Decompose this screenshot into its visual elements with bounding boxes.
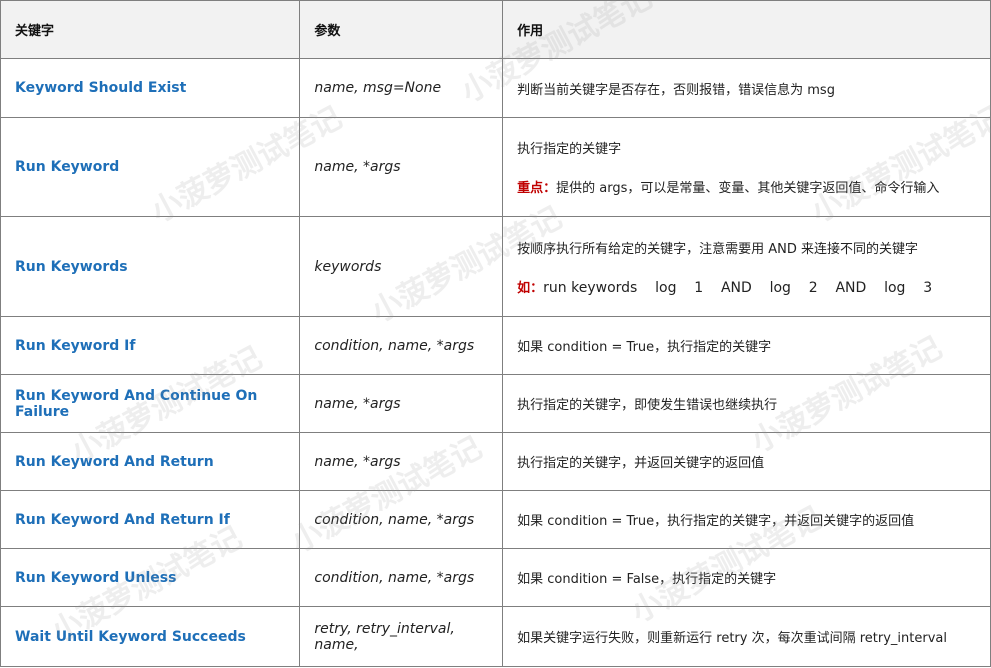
description-cell: 执行指定的关键字，即使发生错误也继续执行: [502, 374, 991, 433]
description-text: 执行指定的关键字: [517, 142, 622, 157]
table-row: Run Keywords keywords 按顺序执行所有给定的关键字，注意需要…: [0, 216, 991, 317]
table-row: Wait Until Keyword Succeeds retry, retry…: [0, 606, 991, 667]
example-label: 如：: [517, 280, 544, 296]
keyword-cell: Run Keyword And Continue On Failure: [0, 374, 301, 433]
table-row: Keyword Should Exist name, msg=None 判断当前…: [0, 58, 991, 118]
args-cell: name, *args: [299, 432, 504, 491]
keyword-table: 关键字 参数 作用 Keyword Should Exist name, msg…: [0, 0, 991, 667]
description-text: 执行指定的关键字，即使发生错误也继续执行: [517, 398, 778, 413]
args-cell: name, *args: [299, 374, 504, 433]
table-row: Run Keyword name, *args 执行指定的关键字 重点：提供的 …: [0, 117, 991, 217]
description-note: 提供的 args，可以是常量、变量、其他关键字返回值、命令行输入: [556, 181, 940, 196]
description-text: 按顺序执行所有给定的关键字，注意需要用 AND 来连接不同的关键字: [517, 241, 919, 257]
table-row: Run Keyword And Continue On Failure name…: [0, 374, 991, 433]
description-cell: 如果关键字运行失败，则重新运行 retry 次，每次重试间隔 retry_int…: [502, 606, 991, 667]
table-row: Run Keyword And Return If condition, nam…: [0, 490, 991, 549]
keyword-cell: Run Keyword And Return If: [0, 490, 301, 549]
description-text: 如果关键字运行失败，则重新运行 retry 次，每次重试间隔 retry_int…: [517, 631, 947, 646]
header-keyword: 关键字: [0, 0, 301, 59]
description-cell: 按顺序执行所有给定的关键字，注意需要用 AND 来连接不同的关键字 如：run …: [502, 216, 991, 317]
description-cell: 如果 condition = False，执行指定的关键字: [502, 548, 991, 607]
keyword-cell: Wait Until Keyword Succeeds: [0, 606, 301, 667]
args-cell: retry, retry_interval, name,: [299, 606, 504, 667]
keyword-cell: Run Keyword And Return: [0, 432, 301, 491]
keyword-cell: Keyword Should Exist: [0, 58, 301, 118]
header-args: 参数: [299, 0, 504, 59]
args-cell: keywords: [299, 216, 504, 317]
description-text: 如果 condition = False，执行指定的关键字: [517, 572, 777, 587]
keyword-cell: Run Keyword If: [0, 316, 301, 375]
example-text: run keywords log 1 AND log 2 AND log 3: [543, 279, 933, 296]
description-cell: 判断当前关键字是否存在，否则报错，错误信息为 msg: [502, 58, 991, 118]
table-row: Run Keyword And Return name, *args 执行指定的…: [0, 432, 991, 491]
keyword-cell: Run Keyword Unless: [0, 548, 301, 607]
description-text: 判断当前关键字是否存在，否则报错，错误信息为 msg: [517, 82, 835, 98]
args-cell: condition, name, *args: [299, 316, 504, 375]
args-cell: name, msg=None: [299, 58, 504, 118]
args-cell: condition, name, *args: [299, 548, 504, 607]
keyword-cell: Run Keywords: [0, 216, 301, 317]
table-row: Run Keyword If condition, name, *args 如果…: [0, 316, 991, 375]
description-text: 执行指定的关键字，并返回关键字的返回值: [517, 456, 765, 471]
description-cell: 如果 condition = True，执行指定的关键字: [502, 316, 991, 375]
args-cell: condition, name, *args: [299, 490, 504, 549]
description-cell: 如果 condition = True，执行指定的关键字，并返回关键字的返回值: [502, 490, 991, 549]
header-description: 作用: [502, 0, 991, 59]
emphasis-label: 重点：: [517, 181, 557, 196]
description-text: 如果 condition = True，执行指定的关键字，并返回关键字的返回值: [517, 514, 915, 529]
table-row: Run Keyword Unless condition, name, *arg…: [0, 548, 991, 607]
keyword-cell: Run Keyword: [0, 117, 301, 217]
description-text: 如果 condition = True，执行指定的关键字: [517, 340, 772, 355]
description-cell: 执行指定的关键字，并返回关键字的返回值: [502, 432, 991, 491]
description-cell: 执行指定的关键字 重点：提供的 args，可以是常量、变量、其他关键字返回值、命…: [502, 117, 991, 217]
args-cell: name, *args: [299, 117, 504, 217]
header-row: 关键字 参数 作用: [0, 0, 991, 59]
